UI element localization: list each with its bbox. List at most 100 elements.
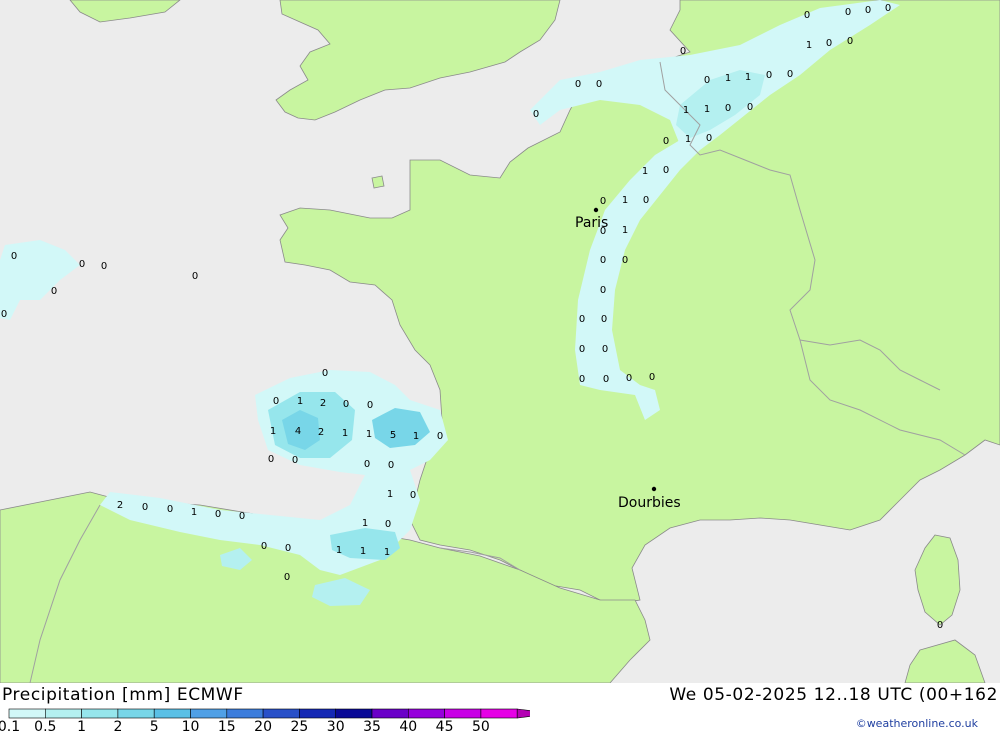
legend-swatch (262, 708, 300, 719)
precip-value: 1 (342, 428, 348, 439)
precip-value: 0 (410, 490, 416, 501)
legend-label: 30 (327, 719, 345, 733)
precip-value: 1 (685, 134, 691, 145)
legend-swatch (190, 708, 228, 719)
legend-swatch (81, 708, 119, 719)
dourbies-marker (651, 486, 657, 492)
precip-value: 0 (343, 399, 349, 410)
legend-label: 20 (254, 719, 272, 733)
precip-value: 0 (704, 75, 710, 86)
precip-value: 0 (680, 46, 686, 57)
precip-value: 2 (318, 427, 324, 438)
precip-value: 0 (142, 502, 148, 513)
precip-value: 0 (579, 374, 585, 385)
precip-value: 0 (747, 102, 753, 113)
precip-value: 1 (191, 507, 197, 518)
precip-value: 0 (885, 3, 891, 14)
precip-value: 0 (79, 259, 85, 270)
legend-swatch (226, 708, 264, 719)
legend-label: 15 (218, 719, 236, 733)
precip-value: 0 (649, 372, 655, 383)
precip-value: 0 (51, 286, 57, 297)
precip-value: 0 (845, 7, 851, 18)
precip-value: 5 (390, 430, 396, 441)
legend-labels: 0.1 0.5 1 2 5 10 15 20 25 30 35 40 45 50 (0, 719, 490, 733)
precip-value: 1 (297, 396, 303, 407)
precip-value: 0 (663, 136, 669, 147)
precip-value: 0 (101, 261, 107, 272)
precip-value: 0 (284, 572, 290, 583)
land-channel-island (371, 175, 385, 189)
precip-value: 0 (600, 255, 606, 266)
legend-swatch (335, 708, 373, 719)
paris-label: Paris (575, 215, 608, 231)
precip-value: 0 (285, 543, 291, 554)
precip-value: 1 (360, 546, 366, 557)
precip-value: 0 (600, 285, 606, 296)
precip-value: 0 (579, 314, 585, 325)
legend-label: 50 (472, 719, 490, 733)
credit-link[interactable]: ©weatheronline.co.uk (856, 717, 978, 730)
paris-marker (593, 207, 599, 213)
precip-value: 0 (643, 195, 649, 206)
precip-value: 0 (268, 454, 274, 465)
precip-value: 1 (683, 105, 689, 116)
precip-legend: 0.1 0.5 1 2 5 10 15 20 25 30 35 40 45 50 (0, 708, 530, 733)
precip-value: 1 (270, 426, 276, 437)
legend-swatch (480, 708, 518, 719)
forecast-datetime: We 05-02-2025 12..18 UTC (00+162 (669, 685, 998, 705)
legend-label: 2 (113, 719, 122, 733)
legend-label: 1 (77, 719, 86, 733)
precip-value: 2 (117, 500, 123, 511)
dourbies-label: Dourbies (618, 495, 681, 511)
legend-arrow (516, 708, 530, 719)
precip-value: 0 (215, 509, 221, 520)
precipitation-map: 0 0 0 0 1 0 0 0 1 1 0 0 1 1 0 0 0 1 0 1 … (0, 0, 1000, 683)
precip-value: 0 (626, 373, 632, 384)
precip-value: 1 (362, 518, 368, 529)
precip-value: 0 (437, 431, 443, 442)
precip-value: 1 (387, 489, 393, 500)
legend-label: 0.5 (34, 719, 56, 733)
precip-value: 0 (1, 309, 7, 320)
legend-swatch (371, 708, 409, 719)
legend-swatch (153, 708, 191, 719)
precip-value: 1 (704, 104, 710, 115)
precip-value: 1 (384, 547, 390, 558)
precip-value: 0 (322, 368, 328, 379)
legend-swatch (8, 708, 46, 719)
precip-value: 1 (622, 225, 628, 236)
legend-label: 10 (182, 719, 200, 733)
legend-label: 40 (399, 719, 417, 733)
legend-swatch (117, 708, 155, 719)
legend-swatches (8, 708, 530, 719)
precip-value: 1 (745, 72, 751, 83)
precip-value: 1 (336, 545, 342, 556)
legend-label: 35 (363, 719, 381, 733)
precip-value: 1 (413, 431, 419, 442)
precip-value: 0 (367, 400, 373, 411)
precip-value: 0 (706, 133, 712, 144)
precip-value: 0 (725, 103, 731, 114)
precip-value: 2 (320, 398, 326, 409)
precip-value: 0 (11, 251, 17, 262)
legend-swatch (299, 708, 336, 719)
legend-label: 25 (290, 719, 308, 733)
precip-value: 1 (725, 73, 731, 84)
precip-value: 0 (600, 196, 606, 207)
precip-value: 0 (937, 620, 943, 631)
legend-swatch (444, 708, 482, 719)
precip-value: 0 (787, 69, 793, 80)
legend-label: 45 (436, 719, 454, 733)
precip-value: 0 (826, 38, 832, 49)
precip-value: 0 (192, 271, 198, 282)
precip-value: 0 (579, 344, 585, 355)
precip-value: 0 (622, 255, 628, 266)
precip-value: 0 (167, 504, 173, 515)
legend-label: 5 (150, 719, 159, 733)
precip-value: 0 (603, 374, 609, 385)
precip-value: 1 (366, 429, 372, 440)
precip-value: 0 (239, 511, 245, 522)
precip-value: 1 (622, 195, 628, 206)
precip-value: 0 (663, 165, 669, 176)
